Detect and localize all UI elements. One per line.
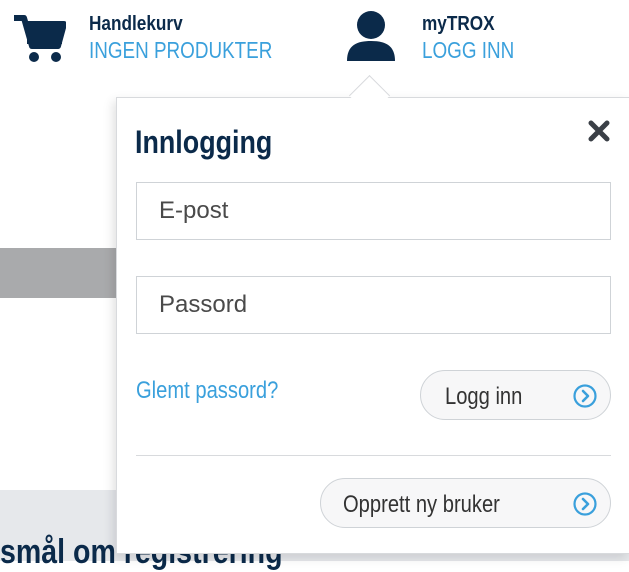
cart-title: Handlekurv <box>89 13 183 35</box>
password-field[interactable] <box>136 276 611 334</box>
background-bar <box>0 248 118 298</box>
cart-status[interactable]: INGEN PRODUKTER <box>89 37 272 63</box>
account-summary[interactable]: myTROX LOGG INN <box>422 12 534 63</box>
divider <box>136 455 611 456</box>
popover-title: Innlogging <box>135 124 273 160</box>
login-link[interactable]: LOGG INN <box>422 37 514 63</box>
cart-summary[interactable]: Handlekurv INGEN PRODUKTER <box>89 12 313 63</box>
create-user-button-label: Opprett ny bruker <box>343 491 500 518</box>
circle-chevron-right-icon <box>573 384 597 408</box>
account-title: myTROX <box>422 13 495 35</box>
login-button[interactable]: Logg inn <box>420 370 611 420</box>
cart-icon[interactable] <box>12 12 66 64</box>
login-button-label: Logg inn <box>445 383 523 410</box>
forgot-password-link[interactable]: Glemt passord? <box>136 377 278 405</box>
create-user-button[interactable]: Opprett ny bruker <box>320 478 611 528</box>
circle-chevron-right-icon <box>573 492 597 516</box>
close-icon[interactable] <box>586 118 612 144</box>
email-field[interactable] <box>136 182 611 240</box>
user-icon[interactable] <box>345 11 397 63</box>
